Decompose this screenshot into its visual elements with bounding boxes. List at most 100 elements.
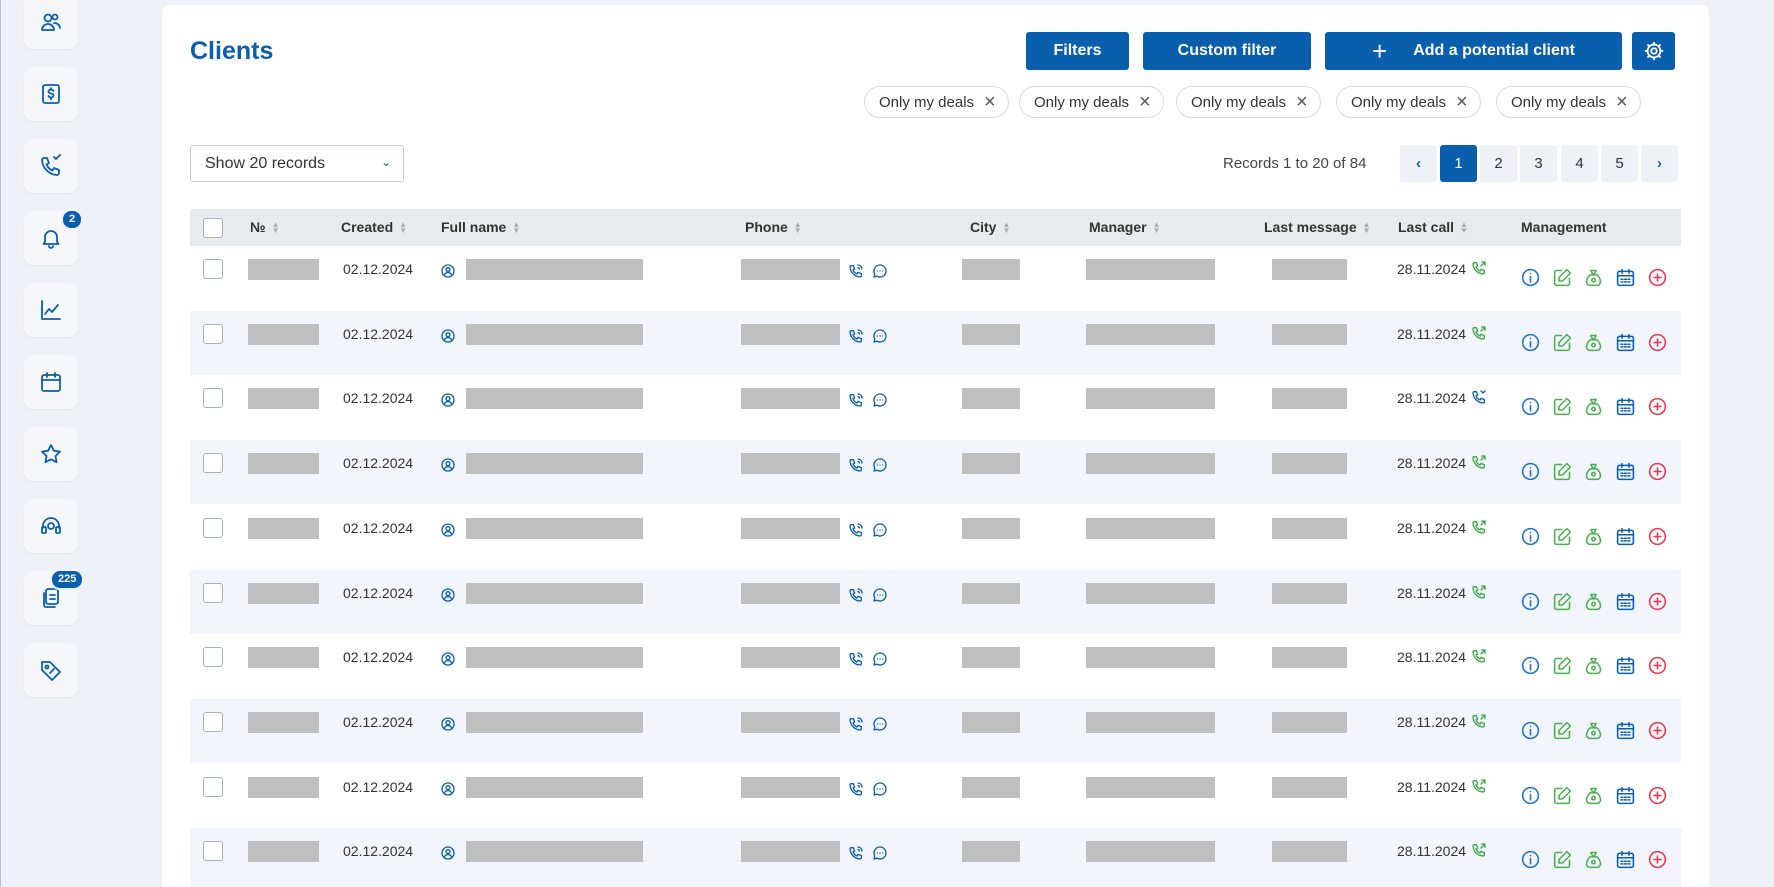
- table-row[interactable]: 02.12.2024 28.11.2024: [190, 375, 1681, 439]
- user-circle-icon[interactable]: [440, 392, 456, 408]
- edit-icon[interactable]: [1552, 332, 1573, 353]
- pagination-page-4[interactable]: 4: [1561, 145, 1598, 182]
- edit-icon[interactable]: [1552, 591, 1573, 612]
- calendar-icon[interactable]: [1615, 720, 1636, 741]
- edit-icon[interactable]: [1552, 526, 1573, 547]
- sidebar-item-calendar[interactable]: [24, 355, 78, 409]
- edit-icon[interactable]: [1552, 461, 1573, 482]
- delete-icon[interactable]: [1647, 267, 1668, 288]
- user-circle-icon[interactable]: [440, 845, 456, 861]
- calendar-icon[interactable]: [1615, 526, 1636, 547]
- deal-icon[interactable]: [1583, 785, 1604, 806]
- chat-icon[interactable]: [872, 845, 888, 861]
- column-last-call[interactable]: Last call ▲ ▼: [1398, 209, 1468, 246]
- row-checkbox[interactable]: [203, 647, 223, 668]
- deal-icon[interactable]: [1583, 526, 1604, 547]
- pagination-page-5[interactable]: 5: [1601, 145, 1638, 182]
- pagination-page-1[interactable]: 1: [1440, 145, 1477, 182]
- chat-icon[interactable]: [872, 651, 888, 667]
- user-circle-icon[interactable]: [440, 651, 456, 667]
- edit-icon[interactable]: [1552, 396, 1573, 417]
- table-row[interactable]: 02.12.2024 28.11.2024: [190, 698, 1681, 763]
- table-row[interactable]: 02.12.2024 28.11.2024: [190, 310, 1681, 375]
- sidebar-item-favorites[interactable]: [24, 427, 78, 481]
- deal-icon[interactable]: [1583, 849, 1604, 870]
- column-phone[interactable]: Phone ▲ ▼: [745, 209, 802, 246]
- pagination-next[interactable]: ›: [1641, 145, 1678, 182]
- calendar-icon[interactable]: [1615, 849, 1636, 870]
- deal-icon[interactable]: [1583, 332, 1604, 353]
- info-icon[interactable]: [1520, 396, 1541, 417]
- deal-icon[interactable]: [1583, 720, 1604, 741]
- close-icon[interactable]: ×: [1616, 92, 1628, 112]
- chat-icon[interactable]: [872, 328, 888, 344]
- phone-icon[interactable]: [848, 587, 864, 603]
- edit-icon[interactable]: [1552, 720, 1573, 741]
- edit-icon[interactable]: [1552, 267, 1573, 288]
- delete-icon[interactable]: [1647, 332, 1668, 353]
- user-circle-icon[interactable]: [440, 263, 456, 279]
- column-full-name[interactable]: Full name ▲ ▼: [441, 209, 520, 246]
- row-checkbox[interactable]: [203, 259, 223, 279]
- delete-icon[interactable]: [1647, 526, 1668, 547]
- sidebar-item-analytics[interactable]: [24, 283, 78, 337]
- close-icon[interactable]: ×: [1456, 92, 1468, 112]
- calendar-icon[interactable]: [1615, 655, 1636, 676]
- row-checkbox[interactable]: [203, 453, 223, 474]
- column-city[interactable]: City ▲ ▼: [970, 209, 1010, 246]
- phone-icon[interactable]: [848, 716, 864, 732]
- chat-icon[interactable]: [872, 716, 888, 732]
- user-circle-icon[interactable]: [440, 522, 456, 538]
- close-icon[interactable]: ×: [984, 92, 996, 112]
- select-all-checkbox[interactable]: [203, 218, 223, 238]
- row-checkbox[interactable]: [203, 323, 223, 344]
- chat-icon[interactable]: [872, 587, 888, 603]
- chat-icon[interactable]: [872, 781, 888, 797]
- table-row[interactable]: 02.12.2024 28.11.2024: [190, 505, 1681, 569]
- phone-icon[interactable]: [848, 781, 864, 797]
- user-circle-icon[interactable]: [440, 328, 456, 344]
- row-checkbox[interactable]: [203, 517, 223, 538]
- add-potential-client-button[interactable]: + Add a potential client: [1325, 32, 1622, 70]
- delete-icon[interactable]: [1647, 849, 1668, 870]
- delete-icon[interactable]: [1647, 655, 1668, 676]
- pagination-prev[interactable]: ‹: [1400, 145, 1437, 182]
- custom-filter-button[interactable]: Custom filter: [1143, 32, 1311, 70]
- calendar-icon[interactable]: [1615, 267, 1636, 288]
- calendar-icon[interactable]: [1615, 591, 1636, 612]
- user-circle-icon[interactable]: [440, 587, 456, 603]
- column-last-message[interactable]: Last message ▲ ▼: [1264, 209, 1371, 246]
- calendar-icon[interactable]: [1615, 785, 1636, 806]
- info-icon[interactable]: [1520, 720, 1541, 741]
- row-checkbox[interactable]: [203, 776, 223, 797]
- row-checkbox[interactable]: [203, 388, 223, 409]
- filters-button[interactable]: Filters: [1026, 32, 1129, 70]
- chat-icon[interactable]: [872, 392, 888, 408]
- delete-icon[interactable]: [1647, 591, 1668, 612]
- deal-icon[interactable]: [1583, 396, 1604, 417]
- delete-icon[interactable]: [1647, 785, 1668, 806]
- sidebar-item-tags[interactable]: [24, 643, 78, 697]
- chat-icon[interactable]: [872, 522, 888, 538]
- deal-icon[interactable]: [1583, 461, 1604, 482]
- table-row[interactable]: 02.12.2024 28.11.2024: [190, 246, 1681, 310]
- deal-icon[interactable]: [1583, 267, 1604, 288]
- close-icon[interactable]: ×: [1296, 92, 1308, 112]
- table-row[interactable]: 02.12.2024 28.11.2024: [190, 828, 1681, 887]
- info-icon[interactable]: [1520, 849, 1541, 870]
- table-row[interactable]: 02.12.2024 28.11.2024: [190, 634, 1681, 698]
- chat-icon[interactable]: [872, 263, 888, 279]
- row-checkbox[interactable]: [203, 711, 223, 732]
- row-checkbox[interactable]: [203, 841, 223, 862]
- info-icon[interactable]: [1520, 526, 1541, 547]
- pagination-page-3[interactable]: 3: [1520, 145, 1557, 182]
- phone-icon[interactable]: [848, 845, 864, 861]
- calendar-icon[interactable]: [1615, 396, 1636, 417]
- sidebar-item-clients[interactable]: [24, 0, 78, 49]
- phone-icon[interactable]: [848, 522, 864, 538]
- phone-icon[interactable]: [848, 392, 864, 408]
- chat-icon[interactable]: [872, 457, 888, 473]
- sidebar-item-calls[interactable]: [24, 139, 78, 193]
- sidebar-item-finance[interactable]: [24, 67, 78, 121]
- column-number[interactable]: № ▲ ▼: [250, 209, 280, 246]
